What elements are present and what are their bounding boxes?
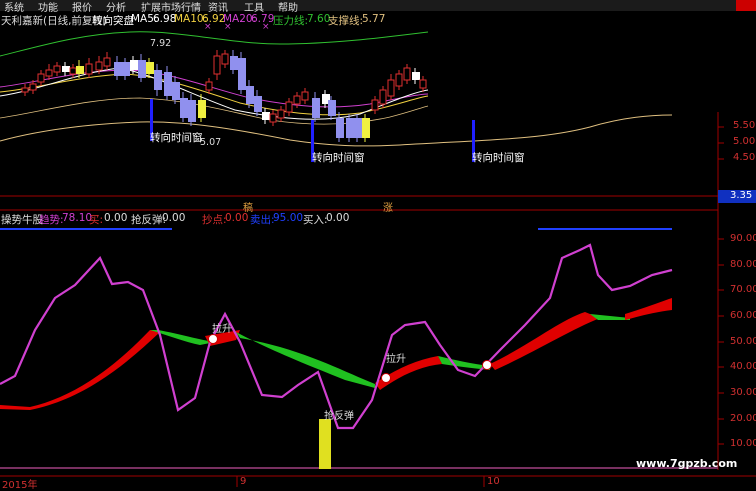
candle-body — [285, 101, 293, 113]
lower-axis-label: 50.00 — [730, 336, 756, 347]
candle-body — [362, 118, 370, 138]
candle-body — [395, 73, 403, 87]
candle-body — [114, 62, 122, 76]
buy-label: 买: — [89, 214, 104, 226]
candle-body — [379, 89, 387, 105]
candle-body — [85, 63, 93, 75]
candle-body — [419, 79, 427, 89]
lift-annotation-2: 拉升 — [386, 354, 406, 365]
upper-axis-label: 4.50 — [733, 152, 756, 163]
candle-body — [76, 66, 84, 74]
mid-label-right: 涨 — [383, 203, 393, 214]
candle-body — [301, 91, 309, 101]
candle-body — [254, 96, 262, 112]
candle-body — [69, 67, 77, 75]
lower-axis-label: 70.00 — [730, 284, 756, 295]
candle-body — [213, 55, 221, 75]
candle-body — [269, 113, 277, 123]
mark-x-1: × — [204, 22, 212, 32]
buy-in-label: 买入: — [303, 214, 328, 226]
candle-body — [198, 100, 206, 118]
mark-x-2: × — [224, 22, 232, 32]
candle-body — [164, 72, 172, 96]
candle-body — [154, 70, 162, 90]
mark-x-3: × — [262, 22, 270, 32]
rebound-value: 0.00 — [162, 212, 186, 224]
lower-title: 操势牛股 — [1, 214, 43, 226]
candle-body — [21, 87, 29, 93]
lower-axis-label: 20.00 — [730, 413, 756, 424]
turning-window-label-2: 转向时间窗 — [312, 152, 365, 164]
lower-axis-label: 80.00 — [730, 259, 756, 270]
candle-body — [293, 95, 301, 105]
candle-body — [62, 66, 70, 72]
candle-body — [238, 58, 246, 90]
candle-body — [37, 73, 45, 83]
candle-body — [403, 67, 411, 81]
candle-body — [138, 60, 146, 78]
candle-body — [221, 53, 229, 65]
candle-body — [205, 81, 213, 91]
candle-body — [172, 82, 180, 100]
candle-body — [122, 62, 130, 76]
candle-body — [53, 65, 61, 73]
candle-body — [387, 79, 395, 97]
candle-body — [45, 69, 53, 77]
sell-out-value: 95.00 — [273, 212, 304, 224]
candle-body — [230, 56, 238, 70]
candle-body — [336, 118, 344, 138]
candle-body — [412, 72, 420, 80]
price-tag: 3.35 — [718, 190, 756, 203]
date-label: 9 — [240, 476, 247, 487]
lower-axis-label: 90.00 — [730, 233, 756, 244]
lift-annotation-1: 拉升 — [212, 324, 232, 335]
candle-body — [246, 86, 254, 104]
sell-point-value: 0.00 — [225, 212, 249, 224]
candle-body — [146, 62, 154, 74]
turning-window-label-1: 转向时间窗 — [150, 132, 203, 144]
upper-axis-label: 5.00 — [733, 136, 756, 147]
candle-body — [354, 118, 362, 138]
candle-body — [130, 60, 138, 70]
candle-body — [188, 100, 196, 122]
date-label: 2015年 — [2, 480, 38, 491]
rebound-label: 抢反弹: — [131, 214, 167, 226]
sell-point-label: 抄点: — [202, 214, 227, 226]
trend-value: 78.10 — [62, 212, 93, 224]
candle-body — [312, 98, 320, 118]
candle-body — [103, 57, 111, 67]
chart-canvas — [0, 31, 756, 487]
candle-body — [328, 100, 336, 116]
candle-body — [29, 83, 37, 91]
rebound-annotation: 抢反弹 — [324, 411, 354, 422]
low-price-label: 5.07 — [200, 137, 222, 148]
sell-out-label: 卖出: — [250, 214, 275, 226]
buy-in-value: 0.00 — [326, 212, 350, 224]
high-price-label: 7.92 — [150, 38, 172, 49]
turning-window-label-3: 转向时间窗 — [472, 152, 525, 164]
upper-axis-label: 5.50 — [733, 120, 756, 131]
candle-body — [95, 61, 103, 71]
candle-body — [346, 118, 354, 138]
candle-body — [180, 98, 188, 118]
lower-axis-label: 60.00 — [730, 310, 756, 321]
date-label: 10 — [487, 476, 500, 487]
lower-axis-label: 30.00 — [730, 387, 756, 398]
candle-body — [371, 99, 379, 111]
lower-axis-label: 40.00 — [730, 361, 756, 372]
watermark: www.7gpzb.com — [636, 457, 738, 470]
lower-axis-label: 10.00 — [730, 438, 756, 449]
buy-value: 0.00 — [104, 212, 128, 224]
trend-label: 趋势: — [39, 214, 64, 226]
candle-body — [262, 112, 270, 120]
candle-body — [277, 109, 285, 119]
